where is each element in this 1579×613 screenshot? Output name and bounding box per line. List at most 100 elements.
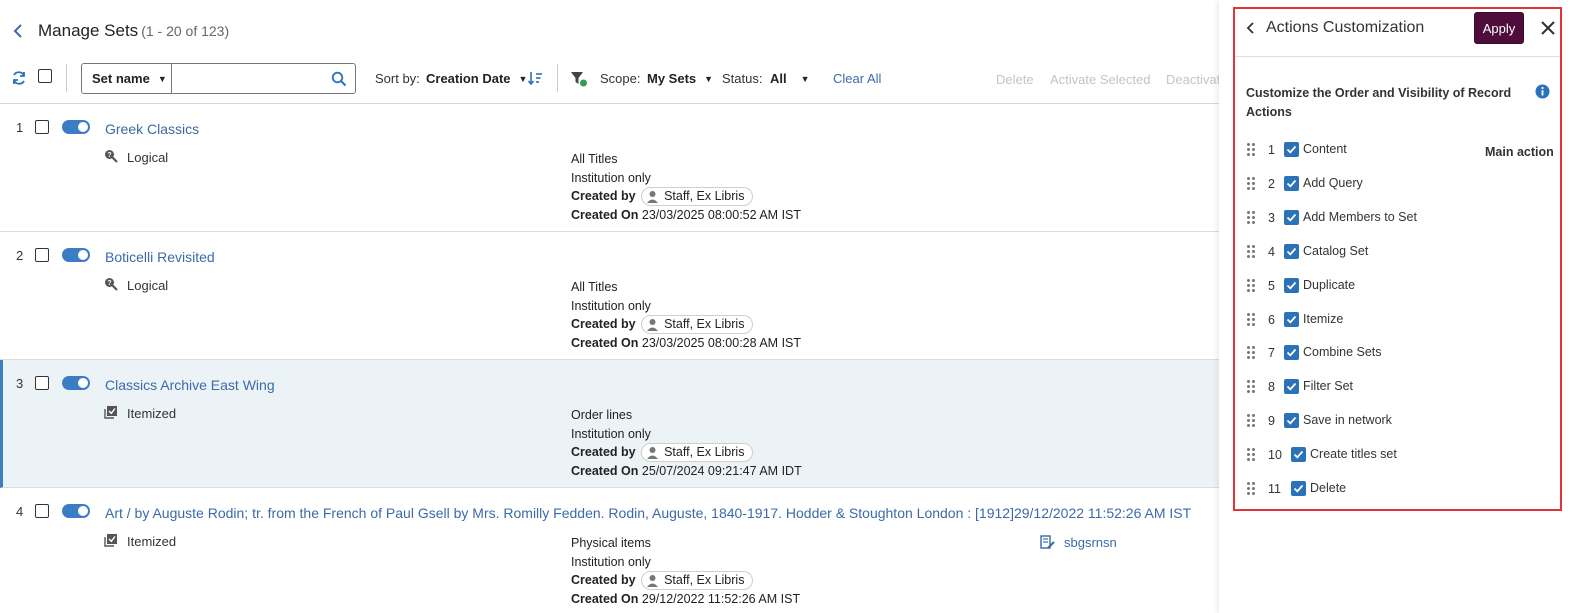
set-title-link[interactable]: Boticelli Revisited bbox=[105, 249, 215, 265]
chevron-down-icon: ▼ bbox=[704, 73, 714, 84]
itemized-set-icon bbox=[104, 534, 117, 547]
created-on-value: 23/03/2025 08:00:52 AM IST bbox=[641, 208, 802, 223]
delete-button[interactable]: Delete bbox=[996, 72, 1034, 87]
created-by-label: Created by bbox=[571, 573, 636, 587]
page-header: Manage Sets (1 - 20 of 123) bbox=[0, 0, 1220, 58]
set-scope: Institution only bbox=[571, 554, 651, 569]
created-by-line: Created by Staff, Ex Libris bbox=[571, 571, 800, 591]
row-number: 1 bbox=[16, 120, 24, 135]
set-record-link-text: sbgsrnsn bbox=[1064, 535, 1117, 550]
clear-all-link[interactable]: Clear All bbox=[833, 71, 881, 86]
logical-set-icon: ? bbox=[105, 278, 118, 291]
creator-name: Staff, Ex Libris bbox=[664, 445, 745, 460]
created-on-value: 23/03/2025 08:00:28 AM IST bbox=[641, 336, 802, 351]
list-item[interactable]: 1 Greek Classics ? Logical All Titles In… bbox=[0, 104, 1220, 232]
creator-name: Staff, Ex Libris bbox=[664, 317, 745, 332]
set-title-link[interactable]: Art / by Auguste Rodin; tr. from the Fre… bbox=[105, 505, 1191, 521]
record-edit-icon bbox=[1040, 535, 1055, 549]
select-all-checkbox[interactable] bbox=[38, 69, 52, 83]
status-select[interactable]: All ▼ bbox=[770, 71, 810, 86]
set-details: Physical items Institution only Created … bbox=[571, 534, 800, 609]
activate-selected-button[interactable]: Activate Selected bbox=[1050, 72, 1150, 87]
creator-chip[interactable]: Staff, Ex Libris bbox=[641, 443, 754, 463]
created-on-line: Created On 23/03/2025 08:00:28 AM IST bbox=[571, 334, 801, 353]
row-number: 4 bbox=[16, 504, 24, 519]
created-on-line: Created On 23/03/2025 08:00:52 AM IST bbox=[571, 206, 801, 225]
deactivate-selected-button[interactable]: Deactivat bbox=[1166, 72, 1220, 87]
list-item[interactable]: 2 Boticelli Revisited ? Logical All Titl… bbox=[0, 232, 1220, 360]
toolbar-divider bbox=[66, 64, 67, 92]
sort-select[interactable]: Creation Date ▼ bbox=[426, 71, 527, 86]
row-checkbox[interactable] bbox=[35, 248, 49, 262]
set-details: All Titles Institution only Created by S… bbox=[571, 278, 801, 353]
set-type: Itemized bbox=[127, 406, 177, 421]
status-label: Status: bbox=[722, 71, 763, 86]
set-scope: Institution only bbox=[571, 170, 651, 185]
set-details: Order lines Institution only Created by … bbox=[571, 406, 802, 481]
list-item[interactable]: 3 Classics Archive East Wing Itemized Or… bbox=[0, 360, 1220, 488]
status-select-value: All bbox=[770, 71, 787, 86]
search-field-select-label: Set name bbox=[92, 71, 150, 86]
created-by-label: Created by bbox=[571, 317, 636, 331]
search-icon[interactable] bbox=[331, 71, 347, 87]
active-toggle[interactable] bbox=[62, 504, 90, 518]
chevron-down-icon: ▼ bbox=[800, 73, 810, 84]
row-number: 3 bbox=[16, 376, 24, 391]
set-content-type: All Titles bbox=[571, 280, 618, 294]
creator-name: Staff, Ex Libris bbox=[664, 573, 745, 588]
creator-chip[interactable]: Staff, Ex Libris bbox=[641, 187, 754, 207]
refresh-icon[interactable] bbox=[11, 70, 27, 86]
toolbar: Set name ▼ Sort by: Creation Date ▼ Scope:… bbox=[0, 60, 1220, 98]
sort-label: Sort by: bbox=[375, 71, 420, 86]
created-on-label: Created On bbox=[571, 208, 639, 223]
created-on-label: Created On bbox=[571, 592, 639, 607]
scope-select[interactable]: My Sets ▼ bbox=[647, 71, 713, 86]
created-by-line: Created by Staff, Ex Libris bbox=[571, 187, 801, 207]
created-on-line: Created On 29/12/2022 11:52:26 AM IST bbox=[571, 590, 800, 609]
created-on-value: 29/12/2022 11:52:26 AM IST bbox=[641, 592, 801, 607]
search-field-select[interactable]: Set name ▼ bbox=[81, 63, 172, 94]
sort-select-value: Creation Date bbox=[426, 71, 511, 86]
search-box bbox=[171, 63, 356, 94]
highlight-box bbox=[1233, 7, 1562, 511]
filter-icon[interactable] bbox=[570, 71, 588, 87]
created-on-line: Created On 25/07/2024 09:21:47 AM IDT bbox=[571, 462, 802, 481]
created-on-value: 25/07/2024 09:21:47 AM IDT bbox=[641, 464, 802, 479]
row-number: 2 bbox=[16, 248, 24, 263]
set-type: Logical bbox=[127, 150, 169, 165]
user-icon bbox=[647, 319, 659, 332]
set-record-link[interactable]: sbgsrnsn bbox=[1040, 535, 1117, 550]
set-content-type: All Titles bbox=[571, 152, 618, 166]
set-scope: Institution only bbox=[571, 426, 651, 441]
svg-text:?: ? bbox=[107, 152, 111, 159]
svg-text:?: ? bbox=[107, 280, 111, 287]
set-title-link[interactable]: Greek Classics bbox=[105, 121, 199, 137]
search-input[interactable] bbox=[178, 64, 328, 92]
logical-set-icon: ? bbox=[105, 150, 118, 163]
user-icon bbox=[647, 447, 659, 460]
scope-select-value: My Sets bbox=[647, 71, 697, 86]
active-toggle[interactable] bbox=[62, 120, 90, 134]
creator-chip[interactable]: Staff, Ex Libris bbox=[641, 315, 754, 335]
list-item[interactable]: 4 Art / by Auguste Rodin; tr. from the F… bbox=[0, 488, 1220, 613]
page-title: Manage Sets (1 - 20 of 123) bbox=[38, 21, 229, 41]
row-checkbox[interactable] bbox=[35, 120, 49, 134]
set-title-link[interactable]: Classics Archive East Wing bbox=[105, 377, 275, 393]
row-checkbox[interactable] bbox=[35, 376, 49, 390]
row-checkbox[interactable] bbox=[35, 504, 49, 518]
active-toggle[interactable] bbox=[62, 248, 90, 262]
set-content-type: Order lines bbox=[571, 408, 633, 422]
back-chevron-icon[interactable] bbox=[10, 22, 26, 40]
creator-chip[interactable]: Staff, Ex Libris bbox=[641, 571, 754, 591]
sort-direction-icon[interactable] bbox=[527, 70, 543, 86]
page-title-text: Manage Sets bbox=[38, 21, 139, 40]
created-on-label: Created On bbox=[571, 336, 639, 351]
scope-label: Scope: bbox=[600, 71, 641, 86]
user-icon bbox=[647, 575, 659, 588]
created-by-label: Created by bbox=[571, 445, 636, 459]
created-on-label: Created On bbox=[571, 464, 639, 479]
itemized-set-icon bbox=[104, 406, 117, 419]
active-toggle[interactable] bbox=[62, 376, 90, 390]
set-type: Logical bbox=[127, 278, 169, 293]
page-result-count: (1 - 20 of 123) bbox=[141, 23, 230, 39]
